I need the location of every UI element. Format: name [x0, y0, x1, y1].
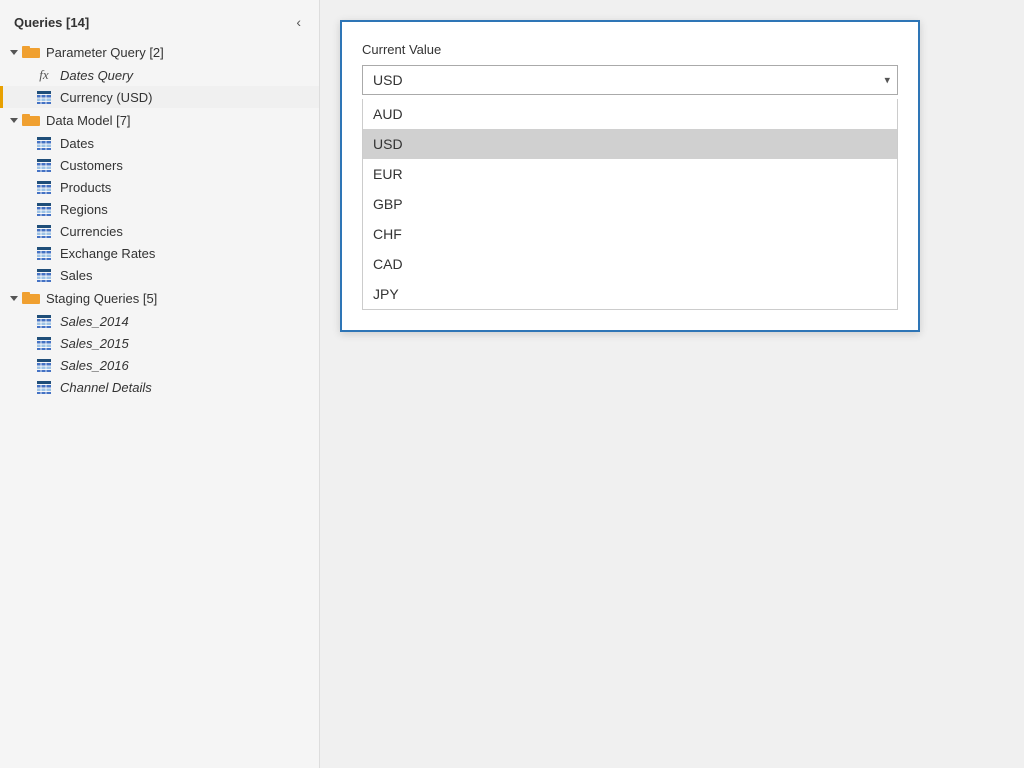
dropdown-option-cad[interactable]: CAD — [363, 249, 897, 279]
sidebar-collapse-button[interactable]: ‹ — [292, 12, 305, 32]
group-header-parameter-query[interactable]: Parameter Query [2] — [0, 40, 319, 64]
dropdown-option-jpy[interactable]: JPY — [363, 279, 897, 309]
tree-item-label-products: Products — [60, 180, 111, 195]
dropdown-option-usd[interactable]: USD — [363, 129, 897, 159]
sidebar-title: Queries [14] — [14, 15, 89, 30]
tree-item-currencies[interactable]: Currencies — [0, 220, 319, 242]
dialog-label: Current Value — [362, 42, 898, 57]
tree-item-label-dates: Dates — [60, 136, 94, 151]
group-header-staging-queries[interactable]: Staging Queries [5] — [0, 286, 319, 310]
dropdown-list: AUDUSDEURGBPCHFCADJPY — [362, 99, 898, 310]
tree-item-regions[interactable]: Regions — [0, 198, 319, 220]
group-label-staging-queries: Staging Queries [5] — [46, 291, 157, 306]
tree-item-channel-details[interactable]: Channel Details — [0, 376, 319, 398]
triangle-icon — [10, 118, 18, 123]
table-icon — [36, 223, 52, 239]
table-icon — [36, 313, 52, 329]
table-icon — [36, 135, 52, 151]
tree-section: Parameter Query [2] fx Dates Query Currency… — [0, 40, 319, 398]
tree-item-label-sales-2016: Sales_2016 — [60, 358, 129, 373]
tree-item-label-customers: Customers — [60, 158, 123, 173]
dialog-panel: Current Value AUDUSDEURGBPCHFCADJPY ▾ AU… — [340, 20, 920, 332]
folder-icon — [22, 112, 40, 128]
table-icon — [36, 201, 52, 217]
table-icon — [36, 179, 52, 195]
triangle-icon — [10, 296, 18, 301]
tree-item-label-regions: Regions — [60, 202, 108, 217]
dropdown-option-eur[interactable]: EUR — [363, 159, 897, 189]
tree-item-sales-2015[interactable]: Sales_2015 — [0, 332, 319, 354]
folder-icon — [22, 44, 40, 60]
table-icon — [36, 357, 52, 373]
table-icon — [36, 157, 52, 173]
group-header-data-model[interactable]: Data Model [7] — [0, 108, 319, 132]
tree-item-dates-query[interactable]: fx Dates Query — [0, 64, 319, 86]
dropdown-option-chf[interactable]: CHF — [363, 219, 897, 249]
tree-item-dates[interactable]: Dates — [0, 132, 319, 154]
tree-item-label-exchange-rates: Exchange Rates — [60, 246, 155, 261]
fx-icon: fx — [36, 67, 52, 83]
current-value-select[interactable]: AUDUSDEURGBPCHFCADJPY — [362, 65, 898, 95]
table-icon — [36, 89, 52, 105]
sidebar-header: Queries [14] ‹ — [0, 0, 319, 40]
tree-item-currency-usd[interactable]: Currency (USD) — [0, 86, 319, 108]
tree-item-label-sales: Sales — [60, 268, 93, 283]
tree-item-sales-2016[interactable]: Sales_2016 — [0, 354, 319, 376]
group-label-parameter-query: Parameter Query [2] — [46, 45, 164, 60]
tree-item-label-sales-2014: Sales_2014 — [60, 314, 129, 329]
table-icon — [36, 267, 52, 283]
table-icon — [36, 245, 52, 261]
table-icon — [36, 335, 52, 351]
tree-item-label-currencies: Currencies — [60, 224, 123, 239]
dropdown-option-aud[interactable]: AUD — [363, 99, 897, 129]
tree-item-label-dates-query: Dates Query — [60, 68, 133, 83]
triangle-icon — [10, 50, 18, 55]
table-icon — [36, 379, 52, 395]
folder-icon — [22, 290, 40, 306]
dropdown-option-gbp[interactable]: GBP — [363, 189, 897, 219]
tree-item-customers[interactable]: Customers — [0, 154, 319, 176]
tree-item-sales[interactable]: Sales — [0, 264, 319, 286]
dropdown-container: AUDUSDEURGBPCHFCADJPY ▾ — [362, 65, 898, 95]
tree-item-products[interactable]: Products — [0, 176, 319, 198]
tree-item-sales-2014[interactable]: Sales_2014 — [0, 310, 319, 332]
tree-item-label-sales-2015: Sales_2015 — [60, 336, 129, 351]
tree-item-label-currency-usd: Currency (USD) — [60, 90, 152, 105]
group-label-data-model: Data Model [7] — [46, 113, 131, 128]
tree-item-exchange-rates[interactable]: Exchange Rates — [0, 242, 319, 264]
sidebar: Queries [14] ‹ Parameter Query [2] fx Date… — [0, 0, 320, 768]
tree-item-label-channel-details: Channel Details — [60, 380, 152, 395]
main-content: Current Value AUDUSDEURGBPCHFCADJPY ▾ AU… — [320, 0, 1024, 768]
